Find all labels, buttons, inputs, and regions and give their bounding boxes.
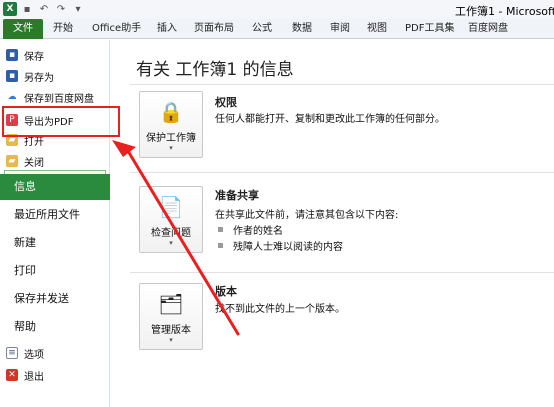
nav-new[interactable]: 新建 xyxy=(0,230,110,256)
nav-close-label: 关闭 xyxy=(24,157,44,169)
permissions-desc: 任何人都能打开、复制和更改此工作簿的任何部分。 xyxy=(215,114,445,125)
dropdown-caret-icon: ▾ xyxy=(169,144,173,152)
inspect-document-icon: 📄 xyxy=(158,195,184,219)
nav-save-as[interactable]: ▪ 另存为 xyxy=(6,67,54,85)
nav-print[interactable]: 打印 xyxy=(0,258,110,284)
customize-qat-icon[interactable]: ▾ xyxy=(71,2,85,16)
nav-options-label: 选项 xyxy=(24,349,44,361)
protect-workbook-label: 保护工作簿 xyxy=(146,133,196,144)
nav-info[interactable]: 信息 xyxy=(0,174,110,200)
tab-home[interactable]: 开始 xyxy=(53,19,73,39)
nav-save-label: 保存 xyxy=(24,51,44,63)
manage-versions-icon: 🗂 xyxy=(158,292,184,316)
nav-help[interactable]: 帮助 xyxy=(0,314,110,340)
nav-options[interactable]: ≡ 选项 xyxy=(6,344,44,362)
nav-save-baidu-label: 保存到百度网盘 xyxy=(24,93,94,105)
tab-file[interactable]: 文件 xyxy=(3,19,43,39)
nav-exit[interactable]: ✕ 退出 xyxy=(6,366,44,384)
tab-pdf-tools[interactable]: PDF工具集 xyxy=(405,19,454,39)
tab-data[interactable]: 数据 xyxy=(292,19,312,39)
tab-office-assistant[interactable]: Office助手 xyxy=(92,19,141,39)
annotation-highlight-box xyxy=(2,106,120,137)
list-item-text: 作者的姓名 xyxy=(233,226,283,237)
nav-close[interactable]: ▰ 关闭 xyxy=(6,152,44,170)
quick-access-toolbar: X ▪ ↶ ↷ ▾ xyxy=(3,2,88,16)
backstage-nav: ▪ 保存 ▪ 另存为 ☁ 保存到百度网盘 P 导出为PDF ▰ 打开 ▰ 关闭 … xyxy=(0,40,110,407)
divider xyxy=(130,272,554,273)
nav-recent[interactable]: 最近所用文件 xyxy=(0,202,110,228)
ribbon-tabs: 文件 开始 Office助手 插入 页面布局 公式 数据 审阅 视图 PDF工具… xyxy=(0,19,554,39)
options-icon: ≡ xyxy=(6,347,18,359)
list-item: 残障人士难以阅读的内容 xyxy=(218,238,343,253)
divider xyxy=(130,84,554,85)
window-title: 工作簿1 - Microsoft Exc xyxy=(455,5,554,18)
undo-icon[interactable]: ↶ xyxy=(37,2,51,16)
save-icon[interactable]: ▪ xyxy=(20,2,34,16)
tab-review[interactable]: 审阅 xyxy=(330,19,350,39)
versions-title: 版本 xyxy=(215,285,237,298)
list-item: 作者的姓名 xyxy=(218,222,283,237)
tab-insert[interactable]: 插入 xyxy=(157,19,177,39)
tab-baidu-netdisk[interactable]: 百度网盘 xyxy=(468,19,508,39)
tab-formulas[interactable]: 公式 xyxy=(252,19,272,39)
divider xyxy=(130,172,554,173)
nav-save[interactable]: ▪ 保存 xyxy=(6,46,44,64)
manage-versions-label: 管理版本 xyxy=(151,325,191,336)
check-issues-label: 检查问题 xyxy=(151,228,191,239)
page-title: 有关 工作簿1 的信息 xyxy=(136,60,294,80)
save-as-icon: ▪ xyxy=(6,70,18,82)
dropdown-caret-icon: ▾ xyxy=(169,239,173,247)
redo-icon[interactable]: ↷ xyxy=(54,2,68,16)
bullet-icon xyxy=(218,243,223,248)
prepare-desc: 在共享此文件前，请注意其包含以下内容: xyxy=(215,210,399,221)
nav-save-baidu[interactable]: ☁ 保存到百度网盘 xyxy=(6,88,95,106)
prepare-title: 准备共享 xyxy=(215,189,259,202)
protect-workbook-button[interactable]: 🔒 保护工作簿 ▾ xyxy=(139,91,203,158)
save-icon: ▪ xyxy=(6,49,18,61)
nav-exit-label: 退出 xyxy=(24,371,44,383)
list-item-text: 残障人士难以阅读的内容 xyxy=(233,242,343,253)
tab-page-layout[interactable]: 页面布局 xyxy=(194,19,234,39)
lock-key-icon: 🔒 xyxy=(158,100,184,124)
manage-versions-button[interactable]: 🗂 管理版本 ▾ xyxy=(139,283,203,350)
excel-logo-icon[interactable]: X xyxy=(3,2,17,16)
folder-close-icon: ▰ xyxy=(6,155,18,167)
check-issues-button[interactable]: 📄 检查问题 ▾ xyxy=(139,186,203,253)
dropdown-caret-icon: ▾ xyxy=(169,336,173,344)
permissions-title: 权限 xyxy=(215,96,237,109)
versions-desc: 找不到此文件的上一个版本。 xyxy=(215,304,345,315)
tab-view[interactable]: 视图 xyxy=(367,19,387,39)
nav-save-send[interactable]: 保存并发送 xyxy=(0,286,110,312)
baidu-cloud-icon: ☁ xyxy=(7,92,17,102)
exit-icon: ✕ xyxy=(6,369,18,381)
title-bar: X ▪ ↶ ↷ ▾ 工作簿1 - Microsoft Exc xyxy=(0,0,554,19)
nav-save-as-label: 另存为 xyxy=(24,72,54,84)
bullet-icon xyxy=(218,227,223,232)
